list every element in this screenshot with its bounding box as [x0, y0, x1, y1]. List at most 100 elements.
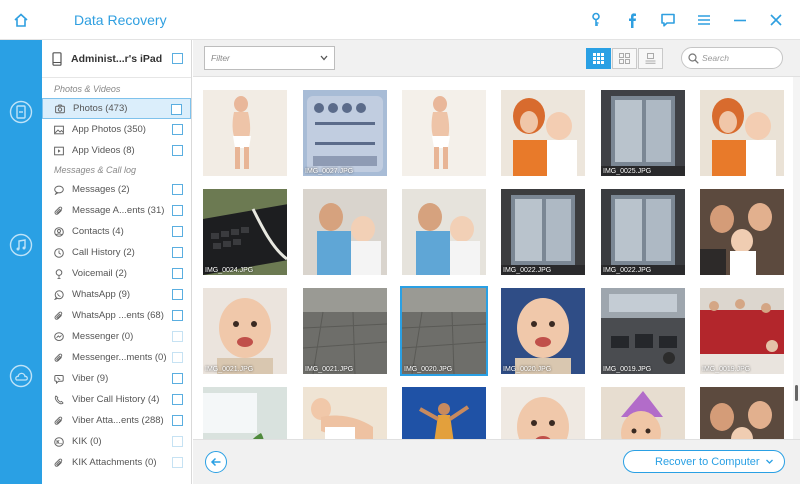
item-checkbox[interactable]	[172, 247, 183, 258]
photo-thumbnail[interactable]: IMG_0020.JPG	[501, 288, 585, 374]
minimize-icon[interactable]	[732, 12, 748, 28]
section-messages-call-log: Messages & Call log	[54, 165, 137, 175]
sidebar-item-app-photos-350[interactable]: App Photos (350)	[42, 119, 191, 140]
sidebar-item-call-history-2[interactable]: Call History (2)	[42, 242, 191, 263]
close-icon[interactable]	[768, 12, 784, 28]
device-recovery-icon	[9, 100, 33, 124]
photo-thumbnail[interactable]: IMG_0027.JPG	[303, 90, 387, 176]
item-checkbox[interactable]	[172, 226, 183, 237]
sidebar-item-whatsapp-9[interactable]: WhatsApp (9)	[42, 284, 191, 305]
item-checkbox[interactable]	[172, 205, 183, 216]
item-checkbox[interactable]	[172, 310, 183, 321]
photo-image	[601, 288, 685, 374]
photo-thumbnail[interactable]	[501, 387, 585, 439]
sidebar-item-message-a-ents-31[interactable]: Message A...ents (31)	[42, 200, 191, 221]
item-checkbox[interactable]	[172, 289, 183, 300]
whatsapp-icon	[54, 289, 64, 300]
back-button[interactable]	[205, 451, 227, 473]
device-row[interactable]: Administ...r's iPad	[42, 40, 191, 78]
video-icon	[54, 146, 64, 156]
photo-thumbnail[interactable]	[303, 387, 387, 439]
vertical-scrollbar[interactable]	[793, 77, 800, 439]
sidebar-item-voicemail-2[interactable]: Voicemail (2)	[42, 263, 191, 284]
photo-thumbnail[interactable]: IMG_0021.JPG	[303, 288, 387, 374]
photo-image	[317, 203, 381, 275]
search-input[interactable]: Search	[681, 47, 783, 69]
photo-thumbnail[interactable]	[700, 189, 784, 275]
sidebar-item-messenger-0[interactable]: Messenger (0)	[42, 326, 191, 347]
messenger-icon	[54, 331, 64, 342]
item-checkbox[interactable]	[172, 184, 183, 195]
item-checkbox[interactable]	[171, 104, 182, 115]
photo-thumbnail[interactable]	[700, 387, 784, 439]
photo-thumbnail[interactable]	[203, 387, 287, 439]
photo-image	[601, 96, 685, 176]
sidebar-item-kik-attachments-0[interactable]: KIK Attachments (0)	[42, 452, 191, 473]
paperclip-icon	[54, 458, 64, 468]
sidebar-item-whatsapp-ents-68[interactable]: WhatsApp ...ents (68)	[42, 305, 191, 326]
photo-thumbnail[interactable]: IMG_0022.JPG	[601, 189, 685, 275]
sidebar-item-photos-473[interactable]: Photos (473)	[42, 98, 191, 119]
photo-thumbnail[interactable]	[501, 90, 585, 176]
item-checkbox[interactable]	[172, 352, 183, 363]
photo-thumbnail[interactable]	[203, 90, 287, 176]
item-checkbox[interactable]	[172, 394, 183, 405]
photo-thumbnail[interactable]: IMG_0020.JPG	[400, 286, 488, 376]
item-checkbox[interactable]	[172, 124, 183, 135]
device-checkbox[interactable]	[172, 53, 183, 64]
grid-view-button[interactable]	[586, 48, 611, 69]
photo-thumbnail[interactable]: IMG_0021.JPG	[203, 288, 287, 374]
item-checkbox[interactable]	[172, 436, 183, 447]
category-sidebar: Administ...r's iPad Photos & Videos Phot…	[42, 40, 192, 484]
itunes-backup-tab[interactable]	[0, 221, 42, 269]
feedback-icon[interactable]	[660, 12, 676, 28]
sidebar-item-viber-atta-ents-288[interactable]: Viber Atta...ents (288)	[42, 410, 191, 431]
item-checkbox[interactable]	[172, 373, 183, 384]
photo-image	[416, 203, 480, 275]
photo-thumbnail[interactable]: IMG_0024.JPG	[203, 189, 287, 275]
sidebar-item-app-videos-8[interactable]: App Videos (8)	[42, 140, 191, 161]
photo-thumbnail[interactable]: IMG_0025.JPG	[601, 90, 685, 176]
sidebar-item-messenger-ments-0[interactable]: Messenger...ments (0)	[42, 347, 191, 368]
photo-thumbnail[interactable]: IMG_0022.JPG	[501, 189, 585, 275]
section-photos-videos: Photos & Videos	[54, 84, 121, 94]
scrollbar-thumb[interactable]	[795, 385, 798, 401]
sidebar-item-contacts-4[interactable]: Contacts (4)	[42, 221, 191, 242]
sidebar-item-kik-0[interactable]: KIK (0)	[42, 431, 191, 452]
recover-to-computer-button[interactable]: Recover to Computer	[623, 450, 785, 473]
device-name: Administ...r's iPad	[71, 52, 163, 65]
item-checkbox[interactable]	[172, 457, 183, 468]
filter-dropdown[interactable]: Filter	[204, 46, 335, 70]
item-checkbox[interactable]	[172, 331, 183, 342]
chevron-down-icon[interactable]	[765, 457, 774, 466]
facebook-icon[interactable]	[624, 12, 640, 28]
kik-icon	[54, 436, 64, 447]
key-icon[interactable]	[588, 12, 604, 28]
photo-thumbnail[interactable]: IMG_0019.JPG	[601, 288, 685, 374]
list-view-button[interactable]	[638, 48, 663, 69]
photo-thumbnail[interactable]	[402, 90, 486, 176]
icloud-backup-tab[interactable]	[0, 352, 42, 400]
home-button[interactable]	[0, 0, 42, 40]
item-checkbox[interactable]	[172, 268, 183, 279]
camera-icon	[55, 104, 65, 114]
photo-thumbnail[interactable]	[700, 90, 784, 176]
photo-thumbnail[interactable]	[303, 189, 387, 275]
device-recovery-tab[interactable]	[0, 88, 42, 136]
toolbar: Filter Search	[193, 40, 800, 77]
photo-thumbnail[interactable]	[601, 387, 685, 439]
menu-icon[interactable]	[696, 12, 712, 28]
sidebar-item-viber-call-history-4[interactable]: Viber Call History (4)	[42, 389, 191, 410]
sidebar-item-viber-9[interactable]: Viber (9)	[42, 368, 191, 389]
photo-thumbnail[interactable]	[402, 387, 486, 439]
title-bar: Data Recovery	[0, 0, 800, 40]
thumbnail-view-button[interactable]	[612, 48, 637, 69]
photo-thumbnail[interactable]: IMG_0019.JPG	[700, 288, 784, 374]
item-checkbox[interactable]	[172, 145, 183, 156]
photo-thumbnail[interactable]	[402, 189, 486, 275]
item-checkbox[interactable]	[172, 415, 183, 426]
sidebar-item-label: Message A...ents (31)	[72, 205, 165, 216]
sidebar-item-label: Messenger...ments (0)	[72, 352, 167, 363]
sidebar-item-messages-2[interactable]: Messages (2)	[42, 179, 191, 200]
photo-filename: IMG_0027.JPG	[305, 168, 354, 175]
